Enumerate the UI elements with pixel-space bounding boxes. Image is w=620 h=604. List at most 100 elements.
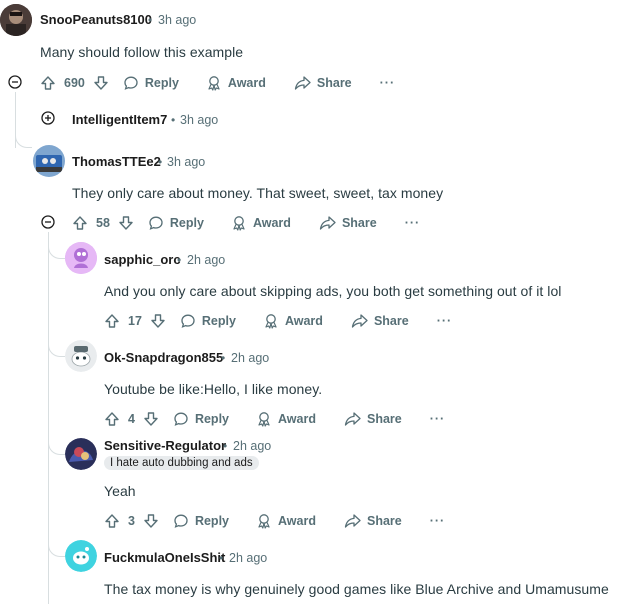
vote-count: 3 — [128, 514, 135, 528]
award-button[interactable]: Award — [206, 75, 266, 91]
timestamp[interactable]: 2h ago — [233, 439, 271, 453]
award-label: Award — [278, 514, 316, 528]
avatar[interactable] — [33, 145, 65, 177]
share-button[interactable]: Share — [294, 75, 352, 91]
timestamp[interactable]: 2h ago — [231, 351, 269, 365]
expand-icon[interactable] — [41, 111, 55, 125]
username[interactable]: Sensitive-Regulator — [104, 438, 226, 453]
vote-count: 58 — [96, 216, 110, 230]
separator-dot: • — [177, 253, 182, 267]
share-label: Share — [366, 514, 402, 528]
timestamp[interactable]: 3h ago — [180, 113, 218, 127]
share-button[interactable]: Share — [344, 513, 402, 529]
downvote-icon[interactable] — [150, 313, 166, 329]
avatar[interactable] — [65, 438, 97, 470]
action-bar: 17 Reply Award Share ··· — [104, 309, 452, 333]
username[interactable]: IntelligentItem7 — [72, 112, 167, 127]
reply-icon — [180, 313, 196, 329]
award-button[interactable]: Award — [231, 215, 291, 231]
action-bar: 3 Reply Award Share ··· — [104, 509, 445, 533]
action-bar: 4 Reply Award Share ··· — [104, 407, 445, 431]
downvote-icon[interactable] — [118, 215, 134, 231]
reply-button[interactable]: Reply — [180, 313, 236, 329]
collapse-icon[interactable] — [8, 75, 22, 89]
share-icon — [319, 215, 336, 231]
thread-connector — [48, 440, 65, 455]
reply-icon — [123, 75, 139, 91]
thread-connector — [15, 133, 32, 148]
reply-button[interactable]: Reply — [148, 215, 204, 231]
award-label: Award — [252, 216, 291, 230]
thread-connector — [48, 542, 65, 557]
vote-count: 4 — [128, 412, 135, 426]
upvote-icon[interactable] — [72, 215, 88, 231]
vote-count: 690 — [64, 76, 85, 90]
downvote-icon[interactable] — [143, 411, 159, 427]
reply-icon — [173, 513, 189, 529]
more-options-icon[interactable]: ··· — [430, 514, 446, 528]
action-bar: 58 Reply Award Share ··· — [72, 211, 420, 235]
comment-text: They only care about money. That sweet, … — [72, 185, 444, 201]
award-button[interactable]: Award — [256, 513, 316, 529]
award-label: Award — [227, 76, 266, 90]
username[interactable]: sapphic_orc — [104, 252, 181, 267]
upvote-icon[interactable] — [104, 313, 120, 329]
more-options-icon[interactable]: ··· — [437, 314, 453, 328]
reply-icon — [173, 411, 189, 427]
avatar[interactable] — [0, 4, 32, 36]
separator-dot: • — [148, 13, 153, 27]
award-label: Award — [278, 412, 316, 426]
separator-dot: • — [219, 551, 224, 565]
award-button[interactable]: Award — [256, 411, 316, 427]
comment-text: And you only care about skipping ads, yo… — [104, 283, 562, 299]
reply-button[interactable]: Reply — [123, 75, 179, 91]
reply-button[interactable]: Reply — [173, 513, 229, 529]
share-icon — [344, 513, 361, 529]
award-icon — [256, 411, 272, 427]
share-label: Share — [373, 314, 409, 328]
user-flair[interactable]: I hate auto dubbing and ads — [104, 456, 259, 470]
award-icon — [256, 513, 272, 529]
comment-text: Many should follow this example — [40, 44, 244, 60]
vote-count: 17 — [128, 314, 142, 328]
reply-label: Reply — [144, 76, 179, 90]
timestamp[interactable]: 3h ago — [167, 155, 205, 169]
username[interactable]: SnooPeanuts8100 — [40, 12, 152, 27]
timestamp[interactable]: 3h ago — [158, 13, 196, 27]
more-options-icon[interactable]: ··· — [430, 412, 446, 426]
separator-dot: • — [221, 351, 226, 365]
reply-label: Reply — [194, 514, 229, 528]
timestamp[interactable]: 2h ago — [229, 551, 267, 565]
share-icon — [344, 411, 361, 427]
more-options-icon[interactable]: ··· — [405, 216, 421, 230]
upvote-icon[interactable] — [104, 411, 120, 427]
upvote-icon[interactable] — [104, 513, 120, 529]
share-button[interactable]: Share — [344, 411, 402, 427]
collapse-icon[interactable] — [41, 215, 55, 229]
share-button[interactable]: Share — [319, 215, 377, 231]
avatar[interactable] — [65, 340, 97, 372]
downvote-icon[interactable] — [93, 75, 109, 91]
award-icon — [206, 75, 222, 91]
reply-button[interactable]: Reply — [173, 411, 229, 427]
username[interactable]: Ok-Snapdragon855 — [104, 350, 223, 365]
username[interactable]: FuckmulaOneIsShit — [104, 550, 225, 565]
downvote-icon[interactable] — [143, 513, 159, 529]
separator-dot: • — [158, 155, 163, 169]
share-button[interactable]: Share — [351, 313, 409, 329]
timestamp[interactable]: 2h ago — [187, 253, 225, 267]
avatar[interactable] — [65, 540, 97, 572]
award-label: Award — [284, 314, 323, 328]
share-label: Share — [366, 412, 402, 426]
more-options-icon[interactable]: ··· — [380, 76, 396, 90]
comment-text: Yeah — [104, 483, 136, 499]
award-button[interactable]: Award — [263, 313, 323, 329]
upvote-icon[interactable] — [40, 75, 56, 91]
username[interactable]: ThomasTTEe2 — [72, 154, 161, 169]
avatar[interactable] — [65, 242, 97, 274]
award-icon — [263, 313, 279, 329]
reply-label: Reply — [201, 314, 236, 328]
award-icon — [231, 215, 247, 231]
share-icon — [351, 313, 368, 329]
thread-connector — [48, 244, 65, 259]
